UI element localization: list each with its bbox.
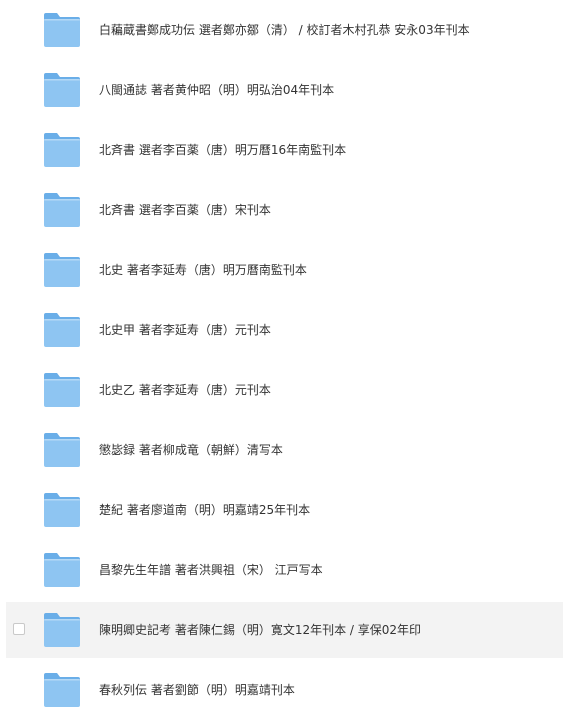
file-row[interactable]: 昌黎先生年譜 著者洪興祖（宋） 江戸写本	[6, 542, 563, 598]
file-name[interactable]: 春秋列伝 著者劉節（明）明嘉靖刊本	[99, 662, 295, 718]
folder-icon[interactable]	[44, 373, 80, 407]
file-name[interactable]: 懲毖録 著者柳成竜（朝鮮）清写本	[99, 422, 283, 478]
folder-icon[interactable]	[44, 313, 80, 347]
folder-icon[interactable]	[44, 553, 80, 587]
file-row[interactable]: 北史乙 著者李延寿（唐）元刊本	[6, 362, 563, 418]
folder-icon[interactable]	[44, 433, 80, 467]
file-name[interactable]: 白藊蔵書鄭成功伝 選者鄭亦鄒（清） / 校訂者木村孔恭 安永03年刊本	[99, 2, 470, 58]
file-row[interactable]: 八閩通誌 著者黄仲昭（明）明弘治04年刊本	[6, 62, 563, 118]
file-name[interactable]: 昌黎先生年譜 著者洪興祖（宋） 江戸写本	[99, 542, 323, 598]
file-list: 白藊蔵書鄭成功伝 選者鄭亦鄒（清） / 校訂者木村孔恭 安永03年刊本 八閩通誌…	[0, 0, 563, 725]
folder-icon[interactable]	[44, 73, 80, 107]
file-row[interactable]: 北斉書 選者李百薬（唐）明万曆16年南監刊本	[6, 122, 563, 178]
file-row[interactable]: 白藊蔵書鄭成功伝 選者鄭亦鄒（清） / 校訂者木村孔恭 安永03年刊本	[6, 2, 563, 58]
folder-icon[interactable]	[44, 253, 80, 287]
file-row[interactable]: 楚紀 著者廖道南（明）明嘉靖25年刊本	[6, 482, 563, 538]
folder-icon[interactable]	[44, 673, 80, 707]
file-row[interactable]: 懲毖録 著者柳成竜（朝鮮）清写本	[6, 422, 563, 478]
folder-icon[interactable]	[44, 613, 80, 647]
file-row[interactable]: 北史 著者李延寿（唐）明万曆南監刊本	[6, 242, 563, 298]
file-name[interactable]: 北斉書 選者李百薬（唐）明万曆16年南監刊本	[99, 122, 346, 178]
folder-icon[interactable]	[44, 133, 80, 167]
row-checkbox[interactable]	[13, 623, 25, 635]
folder-icon[interactable]	[44, 193, 80, 227]
file-name[interactable]: 北斉書 選者李百薬（唐）宋刊本	[99, 182, 271, 238]
folder-icon[interactable]	[44, 13, 80, 47]
file-row[interactable]: 陳明卿史記考 著者陳仁錫（明）寛文12年刊本 / 享保02年印	[6, 602, 563, 658]
file-name[interactable]: 八閩通誌 著者黄仲昭（明）明弘治04年刊本	[99, 62, 334, 118]
file-name[interactable]: 楚紀 著者廖道南（明）明嘉靖25年刊本	[99, 482, 310, 538]
file-name[interactable]: 陳明卿史記考 著者陳仁錫（明）寛文12年刊本 / 享保02年印	[99, 602, 421, 658]
file-row[interactable]: 春秋列伝 著者劉節（明）明嘉靖刊本	[6, 662, 563, 718]
file-name[interactable]: 北史甲 著者李延寿（唐）元刊本	[99, 302, 271, 358]
file-row[interactable]: 北斉書 選者李百薬（唐）宋刊本	[6, 182, 563, 238]
file-name[interactable]: 北史 著者李延寿（唐）明万曆南監刊本	[99, 242, 307, 298]
folder-icon[interactable]	[44, 493, 80, 527]
file-name[interactable]: 北史乙 著者李延寿（唐）元刊本	[99, 362, 271, 418]
file-row[interactable]: 北史甲 著者李延寿（唐）元刊本	[6, 302, 563, 358]
